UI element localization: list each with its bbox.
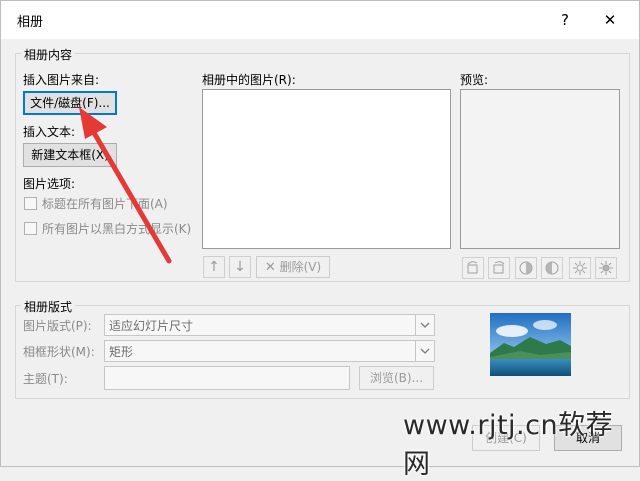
preview-box [460,89,620,249]
delete-button[interactable]: ✕ 删除(V) [256,256,330,278]
annotation-arrow [79,107,172,264]
dialog-title: 相册 [17,15,44,30]
rotate-right-button[interactable] [488,257,510,279]
picture-options-label: 图片选项: [23,177,76,191]
browse-button[interactable]: 浏览(B)... [359,366,434,390]
pictures-in-album-label: 相册中的图片(R): [202,73,296,87]
layout-preview-image [490,313,571,376]
frame-shape-label: 相框形状(M): [23,345,95,359]
brightness-up-button[interactable] [569,257,591,279]
caption-checkbox[interactable] [24,197,37,210]
picture-layout-value: 适应幻灯片尺寸 [109,319,194,333]
pictures-listbox[interactable] [202,89,451,249]
frame-shape-select[interactable]: 矩形 [104,340,435,362]
rotate-left-button[interactable] [462,257,484,279]
preview-label: 预览: [460,73,489,87]
brightness-up-icon [573,261,587,275]
album-content-label: 相册内容 [21,46,76,63]
rotate-left-icon [467,261,478,274]
contrast-down-button[interactable] [541,257,563,279]
theme-input[interactable] [104,366,350,390]
title-bar: 相册 ? ✕ [1,1,639,39]
help-button[interactable]: ? [554,9,576,31]
chevron-down-icon [415,315,434,335]
rotate-right-icon [493,261,505,274]
arrow-down-icon: ↓ [234,259,246,275]
insert-from-label: 插入图片来自: [23,73,100,87]
chevron-down-icon [415,341,434,361]
delete-button-label: 删除(V) [279,260,322,274]
theme-label: 主题(T): [23,372,68,386]
arrow-up-icon: ↑ [208,259,220,275]
move-down-button[interactable]: ↓ [229,256,251,278]
delete-x-icon: ✕ [264,260,276,275]
close-button[interactable]: ✕ [599,9,621,31]
black-white-checkbox[interactable] [24,222,37,235]
move-up-button[interactable]: ↑ [203,256,225,278]
brightness-down-button[interactable] [595,257,617,279]
frame-shape-value: 矩形 [109,345,134,359]
contrast-down-icon [545,261,559,275]
picture-layout-label: 图片版式(P): [23,319,92,333]
picture-layout-select[interactable]: 适应幻灯片尺寸 [104,314,435,336]
insert-text-label: 插入文本: [23,125,76,139]
album-layout-label: 相册版式 [21,298,76,315]
contrast-up-icon [519,261,533,275]
brightness-down-icon [599,261,613,275]
contrast-up-button[interactable] [515,257,537,279]
photo-album-dialog: 相册 ? ✕ 相册内容 插入图片来自: 文件/磁盘(F)... 插入文本: 新建… [0,0,640,480]
watermark-text: www.rjtj.cn软荐网 [403,410,614,480]
